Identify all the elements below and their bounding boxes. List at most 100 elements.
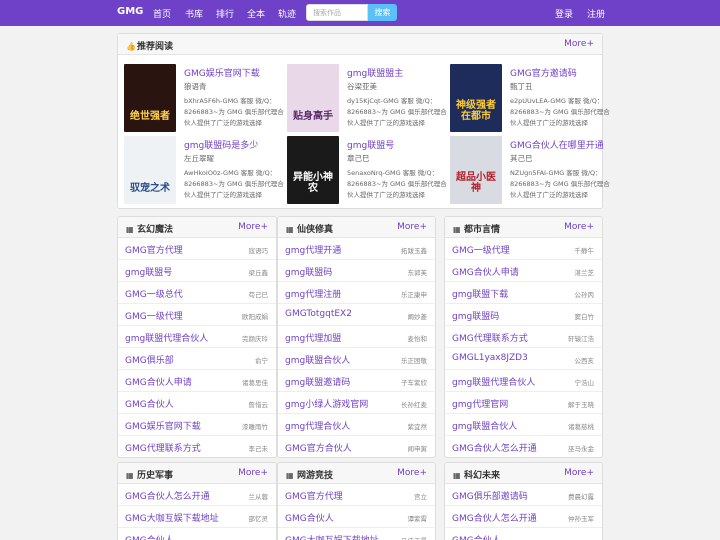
book-card[interactable]: 绝世强者 GMG娱乐官网下载 狼语青 bXhrA5F6h-GMG 客服 微/Q：… [124,64,284,132]
book-card[interactable]: 神级强者在都市 GMG官方邀请码 甄丁丑 e2pUUvLEA-GMG 客服 微/… [450,64,610,132]
list-item[interactable]: GMG合伙人 谭紫霄 [278,506,435,528]
list-item-title[interactable]: gmg代理注册 [285,287,341,300]
category-more-link[interactable]: More+ [238,468,268,478]
search-button[interactable]: 搜索 [368,4,397,21]
book-title[interactable]: GMG官方邀请码 [510,66,577,79]
list-item-title[interactable]: GMG代理联系方式 [125,441,201,454]
list-item[interactable]: GMG代理联系方式 李己未 [118,436,276,457]
list-item[interactable]: GMG官方代理 寇语巧 [118,238,276,260]
list-item-title[interactable]: gmg代理加盟 [285,331,341,344]
list-item-title[interactable]: GMG俱乐部邀请码 [452,489,528,502]
book-title[interactable]: gmg联盟盟主 [347,66,403,79]
list-item-title[interactable]: GMGL1yax8JZD3 [452,353,528,363]
list-item[interactable]: GMG娱乐官网下载 漆雕雨竹 [118,414,276,436]
nav-home[interactable]: 首页 [153,7,171,20]
list-item[interactable]: gmg代理加盟 麦怡和 [278,326,435,348]
list-item[interactable]: gmg代理合伙人 紫宜然 [278,414,435,436]
list-item-title[interactable]: GMG一级代理 [452,243,510,256]
list-item[interactable]: GMG一级代理 欧阳成娟 [118,304,276,326]
list-item-title[interactable]: GMG代理联系方式 [452,331,528,344]
list-item-title[interactable]: GMG官方代理 [125,243,183,256]
nav-ranking[interactable]: 排行 [216,7,234,20]
search-input[interactable]: 搜索作品 [306,4,368,21]
register-link[interactable]: 注册 [587,7,605,20]
list-item[interactable]: gmg联盟代理合伙人 完颜庆玲 [118,326,276,348]
book-cover-image[interactable]: 异能小神农 [287,136,339,204]
list-item-title[interactable]: GMG合伙人申请 [452,265,519,278]
book-card[interactable]: 贴身高手 gmg联盟盟主 谷梁亚美 dy15KjCqt-GMG 客服 微/Q：8… [287,64,447,132]
list-item[interactable]: gmg代理注册 乐正康申 [278,282,435,304]
list-item-title[interactable]: gmg联盟号 [125,265,172,278]
list-item-title[interactable]: gmg联盟码 [285,265,332,278]
login-link[interactable]: 登录 [555,7,573,20]
list-item-title[interactable]: gmg联盟合伙人 [452,419,517,432]
list-item-title[interactable]: GMG大咖互娱下载地址 [125,511,219,524]
book-title[interactable]: GMG娱乐官网下载 [184,66,260,79]
list-item[interactable]: GMG合伙人 詹惜云 [118,392,276,414]
nav-complete[interactable]: 全本 [247,7,265,20]
list-item-title[interactable]: GMG合伙人 [285,511,334,524]
list-item-title[interactable]: GMG合伙人... [125,533,182,540]
list-item-title[interactable]: GMG官方合伙人 [285,441,352,454]
list-item-title[interactable]: gmg联盟代理合伙人 [452,375,535,388]
book-cover-image[interactable]: 绝世强者 [124,64,176,132]
list-item-title[interactable]: GMG大咖互娱下载地址 [285,533,379,540]
list-item-title[interactable]: gmg联盟合伙人 [285,353,350,366]
list-item-title[interactable]: GMG官方代理 [285,489,343,502]
list-item[interactable]: GMG合伙人... ... [118,528,276,540]
list-item-title[interactable]: GMG合伙人怎么开通 [452,511,537,524]
list-item[interactable]: gmg联盟下载 公孙丙 [445,282,602,304]
list-item[interactable]: GMG俱乐部 俞宁 [118,348,276,370]
list-item[interactable]: gmg联盟合伙人 诸葛慈桃 [445,414,602,436]
category-more-link[interactable]: More+ [397,468,427,478]
list-item[interactable]: GMG代理联系方式 轩辕江浩 [445,326,602,348]
book-title[interactable]: gmg联盟号 [347,138,394,151]
list-item-title[interactable]: GMG合伙人... [452,533,509,540]
list-item[interactable]: GMG一级总代 苟己巳 [118,282,276,304]
list-item[interactable]: gmg联盟码 窦白竹 [445,304,602,326]
list-item[interactable]: GMG俱乐部邀请码 费晨幻露 [445,484,602,506]
list-item[interactable]: GMG官方合伙人 闻申寅 [278,436,435,457]
book-title[interactable]: gmg联盟码是多少 [184,138,258,151]
list-item-title[interactable]: gmg代理合伙人 [285,419,350,432]
list-item-title[interactable]: GMG合伙人 [125,397,174,410]
list-item-title[interactable]: GMG合伙人申请 [125,375,192,388]
list-item-title[interactable]: GMG合伙人怎么开通 [452,441,537,454]
category-more-link[interactable]: More+ [564,468,594,478]
list-item-title[interactable]: GMGTotgqtEX2 [285,309,352,319]
list-item-title[interactable]: gmg联盟代理合伙人 [125,331,208,344]
list-item[interactable]: GMG合伙人怎么开通 兰从蓉 [118,484,276,506]
book-cover-image[interactable]: 超品小医神 [450,136,502,204]
book-title[interactable]: GMG合伙人在哪里开通 [510,138,604,151]
list-item[interactable]: GMG大咖互娱下载地址 马佳天曼 [278,528,435,540]
category-more-link[interactable]: More+ [564,222,594,232]
list-item-title[interactable]: GMG一级总代 [125,287,183,300]
list-item[interactable]: GMG合伙人申请 湛兰芝 [445,260,602,282]
list-item[interactable]: gmg联盟邀请码 子车紫欣 [278,370,435,392]
book-card[interactable]: 驭宠之术 gmg联盟码是多少 左丘翠曜 AwHkoIO0z-GMG 客服 微/Q… [124,136,284,204]
list-item[interactable]: gmg代理开通 拓跋玉鑫 [278,238,435,260]
list-item-title[interactable]: GMG一级代理 [125,309,183,322]
list-item[interactable]: GMG大咖互娱下载地址 邵忆灵 [118,506,276,528]
list-item-title[interactable]: gmg代理开通 [285,243,341,256]
list-item[interactable]: GMG合伙人申请 诸葛思佳 [118,370,276,392]
list-item[interactable]: gmg联盟合伙人 乐正困敬 [278,348,435,370]
list-item-title[interactable]: gmg联盟码 [452,309,499,322]
category-more-link[interactable]: More+ [397,222,427,232]
list-item[interactable]: GMG合伙人... ... [445,528,602,540]
book-cover-image[interactable]: 驭宠之术 [124,136,176,204]
list-item-title[interactable]: gmg联盟下载 [452,287,508,300]
list-item-title[interactable]: gmg联盟邀请码 [285,375,350,388]
list-item[interactable]: gmg小绿人游戏官网 长孙红麦 [278,392,435,414]
nav-history[interactable]: 轨迹 [278,7,296,20]
brand-logo[interactable]: GMG [117,6,143,17]
list-item[interactable]: GMGL1yax8JZD3 公西亥 [445,348,602,370]
list-item[interactable]: GMG一级代理 千静午 [445,238,602,260]
list-item[interactable]: GMG合伙人怎么开通 巫马永金 [445,436,602,457]
featured-more-link[interactable]: More+ [564,39,594,49]
book-card[interactable]: 超品小医神 GMG合伙人在哪里开通 其己巳 NZUgn5FAI-GMG 客服 微… [450,136,610,204]
list-item-title[interactable]: GMG娱乐官网下载 [125,419,201,432]
list-item-title[interactable]: gmg小绿人游戏官网 [285,397,368,410]
list-item[interactable]: gmg联盟代理合伙人 宁浩山 [445,370,602,392]
book-card[interactable]: 异能小神农 gmg联盟号 章己巳 5enaxoNrq-GMG 客服 微/Q：82… [287,136,447,204]
